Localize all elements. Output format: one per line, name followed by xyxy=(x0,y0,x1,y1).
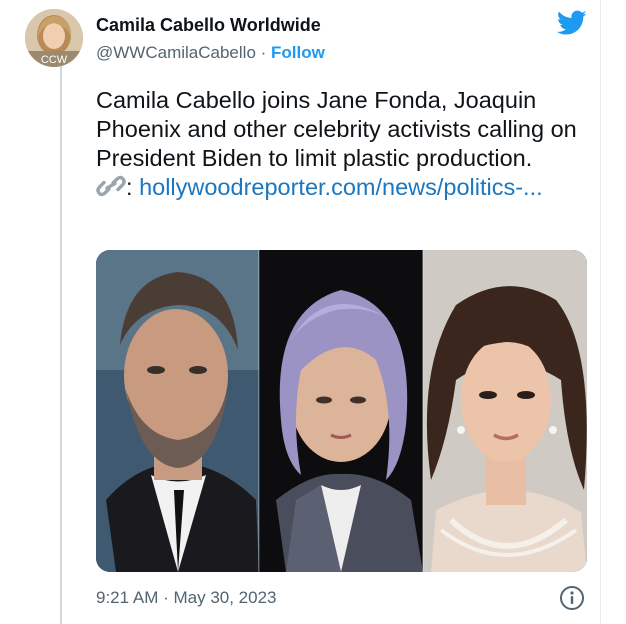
handle-row: @WWCamilaCabello · Follow xyxy=(96,42,325,64)
tweet-card: CCW Camila Cabello Worldwide @WWCamilaCa… xyxy=(8,0,601,624)
photo-panel-left xyxy=(96,250,259,572)
link-row: : hollywoodreporter.com/news/politics-..… xyxy=(96,173,588,202)
handle-separator: · xyxy=(255,43,272,62)
link-prefix: : xyxy=(126,174,133,200)
article-link[interactable]: hollywoodreporter.com/news/politics-... xyxy=(139,174,543,200)
avatar[interactable]: CCW xyxy=(25,9,83,67)
tweet-media-image[interactable] xyxy=(96,250,587,572)
avatar-text: CCW xyxy=(41,54,68,66)
author-handle[interactable]: @WWCamilaCabello xyxy=(96,43,256,62)
thread-line xyxy=(60,66,62,624)
tweet-text: Camila Cabello joins Jane Fonda, Joaquin… xyxy=(96,87,577,171)
info-icon[interactable] xyxy=(559,585,585,611)
photo-panel-middle xyxy=(259,250,423,572)
author-info: Camila Cabello Worldwide @WWCamilaCabell… xyxy=(96,14,325,64)
twitter-bird-icon[interactable] xyxy=(557,10,587,36)
link-icon xyxy=(96,175,126,197)
tweet-timestamp[interactable]: 9:21 AM · May 30, 2023 xyxy=(96,588,277,608)
follow-button[interactable]: Follow xyxy=(271,43,325,62)
tweet-body: Camila Cabello joins Jane Fonda, Joaquin… xyxy=(96,86,588,202)
photo-panel-right xyxy=(423,250,587,572)
author-display-name[interactable]: Camila Cabello Worldwide xyxy=(96,14,325,36)
